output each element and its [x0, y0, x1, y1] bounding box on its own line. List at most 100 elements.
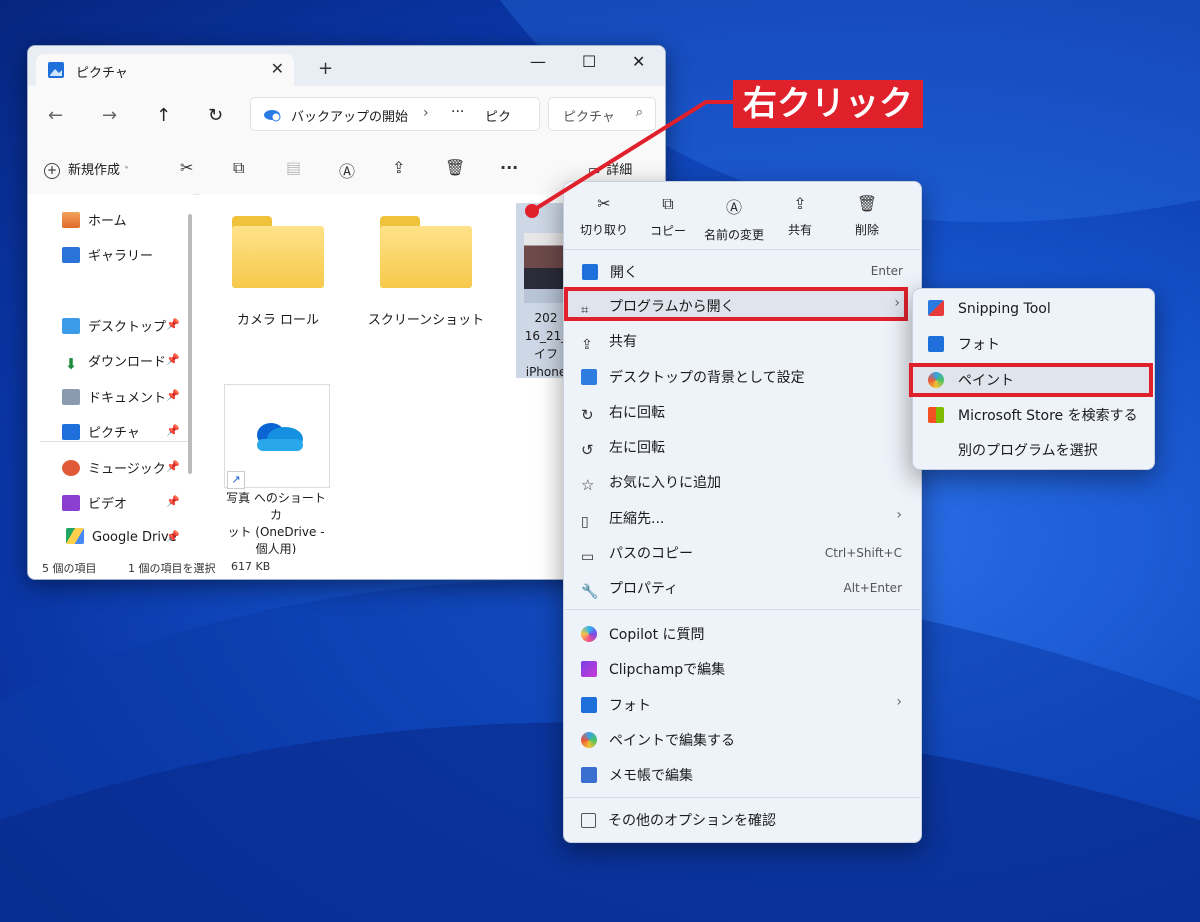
menu-item-properties[interactable]: 🔧 プロパティ: [581, 578, 678, 600]
nav-item-music[interactable]: ミュージック: [62, 458, 166, 477]
menu-label: 左に回転: [609, 440, 665, 456]
rotate-right-icon: ↻: [581, 406, 594, 424]
close-tab-icon[interactable]: ✕: [271, 59, 284, 78]
file-name-line: 202: [534, 311, 558, 325]
cut-icon[interactable]: ✂: [180, 158, 193, 177]
menu-item-edit-notepad[interactable]: メモ帳で編集: [581, 765, 693, 785]
nav-item-videos[interactable]: ビデオ: [62, 493, 127, 512]
menu-item-rotate-left[interactable]: ↺ 左に回転: [581, 437, 665, 459]
shortcut-text: Ctrl+Shift+C: [824, 546, 902, 560]
menu-label: メモ帳で編集: [609, 768, 693, 784]
menu-item-copy-path[interactable]: ▭ パスのコピー: [581, 543, 693, 565]
menu-item-copilot[interactable]: Copilot に質問: [581, 624, 705, 644]
breadcrumb-current[interactable]: ピク: [485, 106, 511, 125]
paint-icon: [581, 732, 597, 748]
copy-icon[interactable]: ⧉: [233, 158, 244, 178]
nav-item-documents[interactable]: ドキュメント: [62, 387, 166, 406]
breadcrumb-overflow[interactable]: ···: [451, 104, 464, 120]
nav-item-desktop[interactable]: デスクトップ: [62, 316, 166, 335]
menu-item-rotate-right[interactable]: ↻ 右に回転: [581, 402, 665, 424]
photo-icon: [581, 697, 597, 713]
delete-icon[interactable]: 🗑: [445, 158, 465, 177]
file-name-line: 16_21_: [524, 329, 568, 343]
more-options-icon: [581, 813, 596, 828]
nav-item-gallery[interactable]: ギャラリー: [62, 245, 153, 264]
rename-icon[interactable]: Ⓐ: [339, 158, 355, 182]
submenu-item-snipping-tool[interactable]: Snipping Tool: [928, 300, 1051, 317]
submenu-item-store[interactable]: Microsoft Store を検索する: [928, 405, 1138, 425]
menu-item-more-options[interactable]: その他のオプションを確認: [581, 810, 776, 830]
share-icon: ⇪: [581, 337, 593, 353]
close-window-button[interactable]: ✕: [632, 52, 645, 71]
folder-label[interactable]: カメラ ロール: [203, 309, 353, 328]
more-options-button[interactable]: ···: [500, 158, 518, 177]
submenu-item-paint[interactable]: ペイント: [928, 370, 1014, 390]
document-icon: [62, 389, 80, 405]
breadcrumb: バックアップの開始: [291, 110, 409, 125]
minimize-button[interactable]: —: [530, 52, 546, 71]
paste-icon[interactable]: ▤: [286, 158, 301, 177]
maximize-button[interactable]: ☐: [582, 52, 596, 71]
nav-item-downloads[interactable]: ⬇ ダウンロード: [62, 351, 166, 373]
tab-label: ピクチャ: [76, 66, 128, 81]
nav-label: ビデオ: [88, 497, 128, 512]
new-label: 新規作成: [68, 163, 121, 178]
submenu-item-photos[interactable]: フォト: [928, 334, 1000, 354]
menu-item-edit-paint[interactable]: ペイントで編集する: [581, 730, 735, 750]
back-arrow-icon[interactable]: ←: [48, 105, 63, 126]
address-bar[interactable]: バックアップの開始 › ··· ピク: [250, 97, 540, 131]
menu-label: 共有: [609, 334, 637, 350]
forward-arrow-icon[interactable]: →: [102, 105, 117, 126]
star-icon: ☆: [581, 476, 595, 494]
shortcut-text: Alt+Enter: [843, 581, 902, 595]
menu-item-photos[interactable]: フォト: [581, 695, 651, 715]
pin-icon: 📌: [166, 318, 180, 331]
refresh-icon[interactable]: ↻: [208, 105, 223, 126]
file-thumbnail: [524, 233, 568, 303]
onedrive-icon: [257, 423, 303, 451]
notepad-icon: [581, 767, 597, 783]
nav-label: ホーム: [88, 214, 127, 229]
scrollbar[interactable]: [188, 214, 192, 474]
details-button[interactable]: ▭ 詳細: [588, 159, 632, 178]
submenu-items: Snipping Tool フォト ペイント Microsoft Store を…: [912, 288, 1153, 468]
pin-icon: 📌: [166, 424, 180, 437]
file-name-line: イフ: [533, 347, 558, 361]
new-button[interactable]: + 新規作成 ˅: [44, 159, 129, 179]
submenu-label: ペイント: [958, 373, 1014, 389]
submenu-item-choose-other[interactable]: 別のプログラムを選択: [958, 440, 1098, 460]
nav-item-google-drive[interactable]: Google Drive: [66, 528, 177, 545]
folder-label[interactable]: スクリーンショット: [351, 309, 501, 328]
menu-item-compress[interactable]: ▯ 圧縮先...: [581, 508, 664, 530]
chevron-down-icon: ˅: [124, 166, 130, 177]
nav-label: ミュージック: [88, 462, 166, 477]
menu-item-add-favorite[interactable]: ☆ お気に入りに追加: [581, 472, 721, 494]
shortcut-label-line: ット (OneDrive -: [227, 525, 325, 539]
share-icon[interactable]: ⇪: [392, 158, 405, 177]
new-tab-button[interactable]: +: [318, 58, 333, 79]
nav-item-home[interactable]: ホーム: [62, 210, 127, 229]
zip-folder-icon: ▯: [581, 514, 589, 530]
menu-item-clipchamp[interactable]: Clipchampで編集: [581, 659, 725, 679]
wrench-icon: 🔧: [581, 584, 599, 600]
microsoft-store-icon: [928, 407, 944, 423]
shortcut-item[interactable]: ↗: [224, 384, 330, 489]
menu-item-share[interactable]: ⇪ 共有: [581, 331, 637, 353]
menu-label: プログラムから開く: [609, 299, 735, 315]
navigation-bar: ← → ↑ ↻ バックアップの開始 › ··· ピク ピクチャ ⌕: [28, 86, 665, 144]
folder-icon[interactable]: [378, 216, 474, 288]
menu-label: その他のオプションを確認: [608, 813, 776, 829]
up-arrow-icon[interactable]: ↑: [156, 105, 171, 126]
chevron-right-icon: ›: [896, 694, 902, 710]
tab-pictures[interactable]: ピクチャ ✕: [36, 54, 294, 86]
search-input[interactable]: ピクチャ ⌕: [548, 97, 656, 131]
menu-item-set-background[interactable]: デスクトップの背景として設定: [581, 367, 805, 387]
nav-item-pictures[interactable]: ピクチャ: [62, 422, 140, 441]
snipping-tool-icon: [928, 300, 944, 316]
submenu-label: 別のプログラムを選択: [958, 443, 1098, 459]
copilot-icon: [581, 626, 597, 642]
menu-item-open-with[interactable]: ⌗ プログラムから開く: [581, 296, 735, 319]
submenu-label: Microsoft Store を検索する: [958, 408, 1138, 424]
paint-icon: [928, 372, 944, 388]
folder-icon[interactable]: [230, 216, 326, 288]
